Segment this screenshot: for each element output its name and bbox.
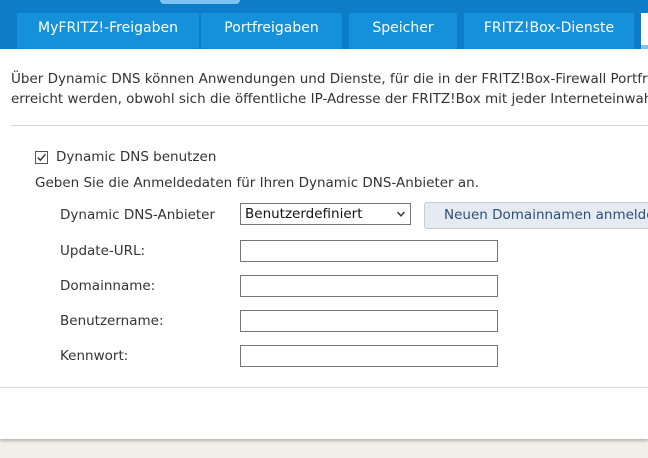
dynamic-dns-checkbox-label[interactable]: Dynamic DNS benutzen — [56, 149, 216, 165]
domain-label: Domainname: — [60, 278, 156, 294]
tab-dynamic-dns-active[interactable] — [641, 13, 648, 49]
chevron-down-icon — [396, 211, 406, 217]
provider-select-value: Benutzerdefiniert — [245, 206, 363, 222]
intro-line-1: Über Dynamic DNS können Anwendungen und … — [11, 71, 648, 87]
tab-label: MyFRITZ!-Freigaben — [38, 20, 178, 36]
credentials-hint: Geben Sie die Anmeldedaten für Ihren Dyn… — [35, 175, 480, 191]
provider-label: Dynamic DNS-Anbieter — [60, 207, 216, 223]
dynamic-dns-checkbox-row[interactable]: Dynamic DNS benutzen — [35, 148, 216, 166]
tab-fritzbox-dienste[interactable]: FRITZ!Box-Dienste — [464, 13, 634, 49]
tab-portfreigaben[interactable]: Portfreigaben — [201, 13, 342, 49]
section-divider — [11, 125, 648, 126]
tab-myfritz-freigaben[interactable]: MyFRITZ!-Freigaben — [17, 13, 199, 49]
checkmark-icon — [37, 153, 46, 161]
update-url-input[interactable] — [240, 240, 498, 262]
username-label: Benutzername: — [60, 313, 164, 329]
dynamic-dns-checkbox[interactable] — [35, 150, 48, 164]
tab-label: Portfreigaben — [224, 20, 319, 36]
intro-text: Über Dynamic DNS können Anwendungen und … — [11, 69, 648, 109]
intro-line-2: erreicht werden, obwohl sich die öffentl… — [11, 91, 648, 107]
password-input[interactable] — [240, 345, 498, 367]
register-domain-button[interactable]: Neuen Domainnamen anmelde — [424, 202, 648, 229]
password-label: Kennwort: — [60, 348, 129, 364]
nav-accent-line — [160, 0, 240, 4]
update-url-label: Update-URL: — [60, 243, 146, 259]
username-input[interactable] — [240, 310, 498, 332]
bottom-divider — [0, 387, 648, 388]
tab-speicher[interactable]: Speicher — [349, 13, 457, 49]
provider-select[interactable]: Benutzerdefiniert — [240, 203, 411, 225]
tab-label: FRITZ!Box-Dienste — [483, 20, 615, 36]
tab-label: Speicher — [372, 20, 434, 36]
content-panel: Über Dynamic DNS können Anwendungen und … — [0, 49, 648, 439]
domain-input[interactable] — [240, 275, 498, 297]
